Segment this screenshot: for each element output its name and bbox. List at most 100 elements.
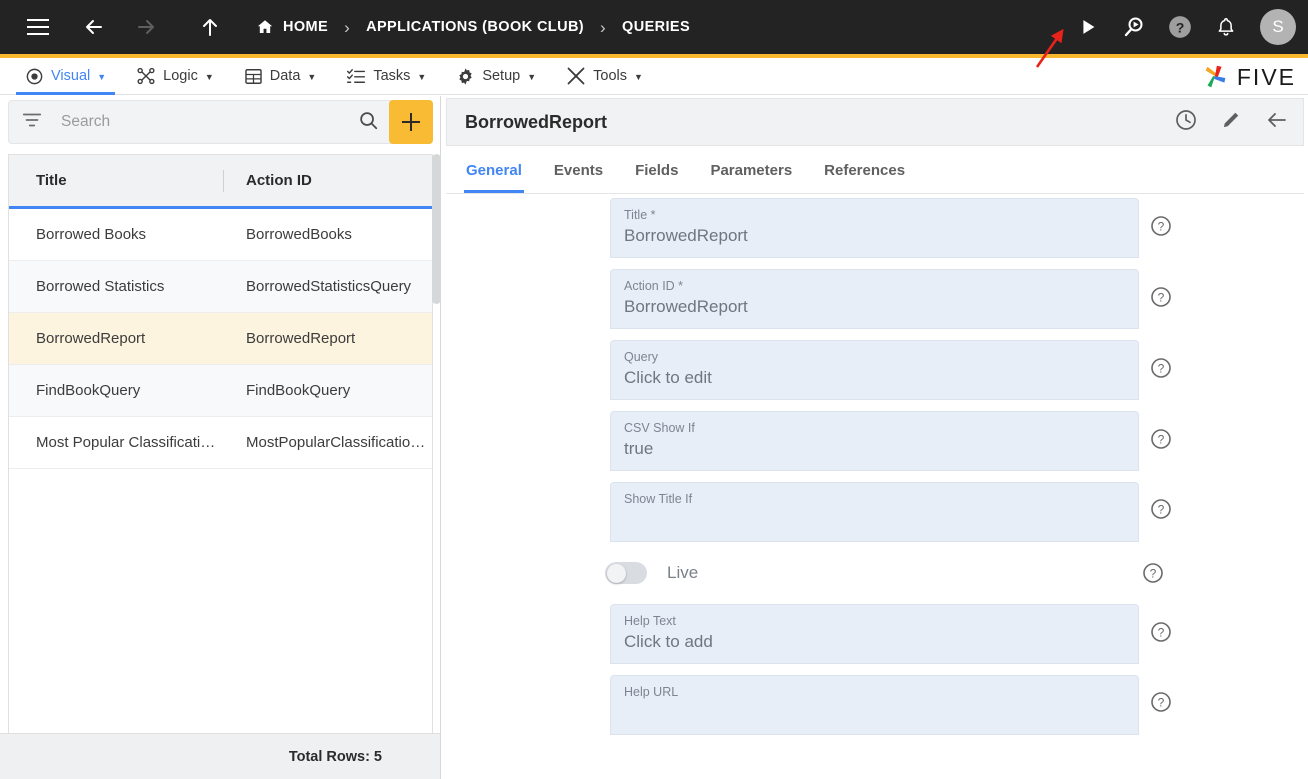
breadcrumb-label-home: HOME [283,19,329,35]
menu-item-logic[interactable]: Logic ▼ [121,58,229,95]
question-circle-icon: ? [1151,498,1171,519]
help-url-help-button[interactable]: ? [1139,675,1183,728]
close-detail-button[interactable] [1265,108,1289,137]
search-icon[interactable] [357,109,379,136]
back-button[interactable] [74,7,114,47]
svg-text:?: ? [1158,502,1165,516]
chevron-down-icon: ▼ [634,71,643,82]
live-toggle-knob [607,563,626,583]
title-field[interactable]: Title * BorrowedReport [610,198,1139,258]
breadcrumb-item-queries[interactable]: QUERIES [622,19,690,35]
top-navigation-bar: HOME › APPLICATIONS (BOOK CLUB) › QUERIE… [0,0,1308,54]
help-text-help-button[interactable]: ? [1139,604,1183,660]
live-toggle[interactable] [605,562,647,584]
tab-label: Events [553,161,604,179]
table-row[interactable]: Borrowed Books BorrowedBooks [9,209,432,261]
tab-label: General [466,161,522,179]
svg-text:?: ? [1158,626,1165,640]
table-row[interactable]: Most Popular Classificatio… MostPopularC… [9,417,432,469]
form-row-query: Query Click to edit ? [610,340,1308,400]
tab-events[interactable]: Events [538,147,619,193]
avatar[interactable]: S [1260,9,1296,45]
help-text-field[interactable]: Help Text Click to add [610,604,1139,664]
help-url-field-label: Help URL [624,685,679,699]
title-help-button[interactable]: ? [1139,198,1183,254]
queries-grid: Title Action ID Borrowed Books BorrowedB… [8,154,433,766]
history-button[interactable] [1174,108,1198,137]
action-id-field-label: Action ID * [624,279,684,293]
search-bar [8,100,433,144]
menu-item-data[interactable]: Data ▼ [229,58,332,95]
tab-label: Parameters [710,161,793,179]
filter-icon[interactable] [21,109,43,136]
breadcrumb-item-home[interactable]: HOME [256,18,328,36]
hamburger-menu-button[interactable] [18,7,58,47]
tab-fields[interactable]: Fields [619,147,694,193]
menu-item-visual[interactable]: Visual ▼ [10,58,121,95]
menu-label-tools: Tools [593,68,627,84]
question-circle-icon: ? [1143,563,1163,583]
module-menu-bar: Visual ▼ Logic ▼ Data ▼ Tasks ▼ Setup ▼ … [0,58,1308,95]
tab-references[interactable]: References [808,147,921,193]
search-run-button[interactable] [1114,7,1154,47]
column-header-action-id[interactable]: Action ID [223,169,432,192]
add-query-button[interactable] [389,100,433,144]
title-field-label: Title * [624,208,656,222]
logic-nodes-icon [137,67,155,85]
form-row-help-text: Help Text Click to add ? [610,604,1308,664]
menu-item-setup[interactable]: Setup ▼ [441,58,551,95]
notifications-button[interactable] [1206,7,1246,47]
live-help-button[interactable]: ? [1141,561,1165,585]
svg-text:?: ? [1158,433,1165,447]
five-pinwheel-icon [1205,65,1226,88]
csv-show-if-field[interactable]: CSV Show If true [610,411,1139,471]
question-circle-icon: ? [1151,216,1171,236]
menu-item-tools[interactable]: Tools ▼ [551,58,658,95]
action-id-field-value: BorrowedReport [624,297,748,316]
arrow-up-icon [203,19,217,36]
form-row-live: Live ? [605,556,1308,590]
svg-text:?: ? [1176,19,1185,35]
query-field[interactable]: Query Click to edit [610,340,1139,400]
search-input[interactable] [59,112,357,132]
title-field-value: BorrowedReport [624,226,748,245]
breadcrumb-item-applications[interactable]: APPLICATIONS (BOOK CLUB) [366,19,584,35]
edit-button[interactable] [1220,108,1243,136]
show-title-if-field[interactable]: Show Title If [610,482,1139,542]
up-button[interactable] [190,7,230,47]
table-row-selected[interactable]: BorrowedReport BorrowedReport [9,313,432,365]
row-title: Borrowed Statistics [36,278,165,295]
query-help-button[interactable]: ? [1139,340,1183,396]
tab-general[interactable]: General [450,147,538,193]
show-title-if-help-button[interactable]: ? [1139,482,1183,535]
help-url-field[interactable]: Help URL [610,675,1139,735]
menu-item-tasks[interactable]: Tasks ▼ [331,58,441,95]
checklist-icon [347,69,366,83]
row-title: Borrowed Books [36,226,147,243]
search-play-icon [1124,17,1143,37]
question-circle-icon: ? [1151,429,1171,449]
list-scrollbar[interactable] [432,154,441,766]
active-menu-underline [16,91,116,95]
forward-button[interactable] [126,7,166,47]
menu-label-visual: Visual [51,68,91,84]
row-action-id: FindBookQuery [246,382,351,399]
table-row[interactable]: Borrowed Statistics BorrowedStatisticsQu… [9,261,432,313]
csv-show-if-help-button[interactable]: ? [1139,411,1183,467]
action-id-field[interactable]: Action ID * BorrowedReport [610,269,1139,329]
tab-parameters[interactable]: Parameters [694,147,808,193]
detail-header-actions [1174,108,1289,137]
help-button[interactable]: ? [1160,7,1200,47]
column-header-title[interactable]: Title [9,172,223,189]
help-text-field-value: Click to add [624,632,713,651]
list-scrollbar-thumb[interactable] [432,154,441,304]
five-logo-text: FIVE [1236,63,1296,90]
run-button[interactable] [1068,7,1108,47]
tab-label: References [824,161,906,179]
help-text-field-label: Help Text [624,614,676,628]
chevron-down-icon: ▼ [204,71,214,82]
table-row[interactable]: FindBookQuery FindBookQuery [9,365,432,417]
action-id-help-button[interactable]: ? [1139,269,1183,325]
breadcrumb: HOME › APPLICATIONS (BOOK CLUB) › QUERIE… [256,18,690,36]
back-arrow-icon [1268,112,1286,127]
